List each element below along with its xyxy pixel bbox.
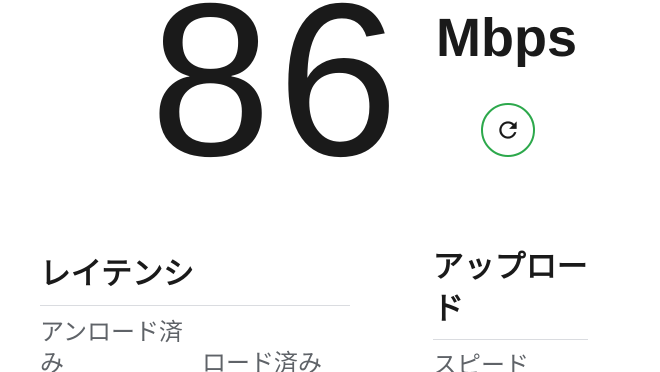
loaded-latency-label: ロード済み: [202, 349, 322, 372]
speed-unit-label: Mbps: [436, 8, 577, 68]
speed-test-result-panel: 86 Mbps レイテンシ アンロード済み ロード済み アップロード スピード: [0, 0, 660, 372]
refresh-icon: [495, 117, 521, 143]
upload-section-title: アップロード: [433, 249, 588, 327]
latency-divider: [40, 305, 350, 306]
upload-speed-label: スピード: [433, 351, 529, 372]
retest-button[interactable]: [481, 103, 535, 157]
download-speed-value: 86: [150, 0, 405, 202]
unloaded-latency-label: アンロード済み: [40, 318, 184, 372]
latency-section-title: レイテンシ: [40, 256, 195, 292]
upload-divider: [433, 339, 588, 340]
